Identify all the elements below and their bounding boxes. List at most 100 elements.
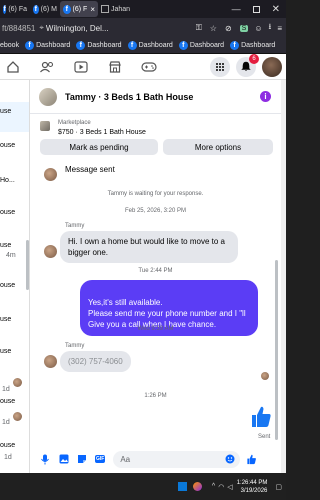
- wifi-icon[interactable]: ◠: [218, 483, 224, 491]
- conversation-snippet[interactable]: ouse: [0, 442, 15, 449]
- conversation-snippet[interactable]: ouse: [0, 398, 15, 405]
- pocket-icon[interactable]: S: [239, 24, 249, 32]
- listing-thumbnail[interactable]: [39, 87, 57, 106]
- facebook-icon: f: [178, 41, 188, 50]
- conversation-snippet[interactable]: ouse: [0, 282, 15, 289]
- conversation-snippet[interactable]: use: [0, 242, 11, 249]
- menu-icon[interactable]: ≡: [277, 24, 282, 33]
- gaming-icon[interactable]: [138, 56, 160, 78]
- message-text: Hi. I own a home but would like to move …: [68, 237, 225, 257]
- conversation-snippet[interactable]: ouse: [0, 209, 15, 216]
- conversation-snippet[interactable]: ouse: [0, 142, 15, 149]
- conversation-time: 1d: [4, 454, 12, 461]
- more-options-button[interactable]: More options: [163, 139, 273, 155]
- marketplace-icon[interactable]: [104, 56, 126, 78]
- conversation-snippet[interactable]: use: [0, 108, 11, 115]
- browser-tab[interactable]: f (6) Fa: [0, 1, 30, 17]
- facebook-icon: f: [230, 41, 240, 50]
- clock[interactable]: 1:26:44 PM 3/19/2026: [237, 479, 268, 495]
- browser-tab[interactable]: Jahan: [98, 1, 136, 17]
- listing-summary[interactable]: $750 · 3 Beds 1 Bath House: [58, 129, 146, 136]
- close-tab-icon[interactable]: ×: [90, 5, 95, 14]
- clock-time: 1:26:44 PM: [236, 479, 268, 486]
- page-scrollbar[interactable]: [281, 80, 286, 473]
- chat-title[interactable]: Tammy · 3 Beds 1 Bath House: [65, 92, 193, 102]
- profile-icon[interactable]: ☺: [254, 24, 262, 33]
- message-text: Yes,it's still available. Please send me…: [88, 298, 246, 329]
- status-note: Tammy is waiting for your response.: [107, 191, 204, 197]
- avatar: [13, 378, 22, 387]
- image-icon[interactable]: [59, 454, 69, 464]
- download-icon[interactable]: ⭳: [269, 21, 272, 35]
- emoji-icon[interactable]: [225, 454, 235, 464]
- minimize-icon[interactable]: —: [232, 4, 241, 14]
- bookmark-item[interactable]: f Dashboard: [25, 41, 70, 50]
- message-input[interactable]: Aa: [113, 450, 241, 468]
- timestamp: Feb 25, 2026, 3:20 PM: [124, 208, 187, 214]
- gif-icon[interactable]: GIF: [95, 455, 106, 463]
- bookmark-item[interactable]: f Dashboard: [76, 41, 122, 50]
- list-scrollbar[interactable]: [26, 240, 29, 290]
- tab-label: (6) M: [40, 5, 57, 13]
- notifications-button[interactable]: 6: [236, 53, 259, 77]
- friends-icon[interactable]: [36, 56, 58, 78]
- facebook-nav: 6: [0, 53, 286, 80]
- listing-source: Marketplace: [58, 120, 91, 126]
- composer: GIF Aa: [30, 446, 281, 472]
- conversation-time: 1d: [2, 419, 10, 426]
- taskbar-app-icon[interactable]: [192, 482, 202, 491]
- volume-icon[interactable]: ◁: [227, 483, 232, 491]
- facebook-icon: f: [3, 4, 7, 14]
- windows-taskbar: ^ ◠ ◁ 1:26:44 PM 3/19/2026 ▢: [0, 473, 286, 500]
- bookmark-label: Dashboard: [87, 42, 122, 49]
- conversation-list-strip[interactable]: use ouse Ho... ouse use 4m ouse use use …: [0, 80, 30, 473]
- listing-thumbnail-small[interactable]: [40, 121, 50, 131]
- map-pin-icon: ⌖: [39, 23, 44, 32]
- bookmark-item[interactable]: f Dashboard: [178, 41, 224, 50]
- facebook-icon: f: [127, 41, 137, 50]
- conversation-snippet[interactable]: use: [0, 348, 11, 355]
- notification-badge: 6: [249, 53, 259, 64]
- taskbar-app-icon[interactable]: [177, 482, 187, 491]
- thumbs-up-send-icon[interactable]: [246, 454, 257, 465]
- chat-panel: Tammy · 3 Beds 1 Bath House i Marketplac…: [30, 80, 281, 473]
- facebook-icon: f: [76, 41, 86, 50]
- sticker-icon[interactable]: [77, 454, 87, 464]
- key-icon[interactable]: ⚿: [196, 23, 202, 33]
- bookmark-label: Dashboard: [36, 42, 71, 49]
- video-icon[interactable]: [70, 56, 92, 78]
- selected-conversation-bg: [0, 102, 29, 132]
- extension-icon[interactable]: ⊘: [225, 24, 232, 33]
- conversation-snippet[interactable]: use: [0, 316, 11, 323]
- chevron-up-icon[interactable]: ^: [212, 483, 215, 490]
- bookmark-item[interactable]: f Dashboard: [127, 41, 173, 50]
- browser-tab[interactable]: f (6) M: [30, 1, 60, 17]
- seen-avatar: [261, 372, 269, 380]
- conversation-time: 4m: [6, 252, 16, 259]
- profile-avatar[interactable]: [262, 56, 282, 77]
- conversation-snippet[interactable]: Ho...: [0, 177, 15, 184]
- home-icon[interactable]: [2, 56, 24, 78]
- bookmark-item[interactable]: ebook: [0, 42, 19, 49]
- mark-as-pending-button[interactable]: Mark as pending: [40, 139, 158, 155]
- browser-tab-active[interactable]: f (6) F ×: [60, 1, 98, 17]
- menu-grid-icon[interactable]: [210, 56, 230, 77]
- thumbs-up-icon[interactable]: [250, 405, 272, 429]
- bookmark-label: Dashboard: [138, 42, 173, 49]
- bell-icon: [241, 61, 251, 71]
- bookmark-item[interactable]: f Dashboard: [230, 41, 275, 50]
- browser-tab-bar: f (6) Fa f (6) M f (6) F × Jahan — ✕: [0, 0, 286, 18]
- url-text[interactable]: ft/884851: [2, 24, 35, 33]
- url-location[interactable]: Wilmington, Del...: [46, 24, 109, 33]
- button-label: Mark as pending: [69, 142, 129, 152]
- notification-center-icon[interactable]: ▢: [275, 483, 282, 491]
- incoming-message[interactable]: Hi. I own a home but would like to move …: [60, 231, 238, 263]
- microphone-icon[interactable]: [41, 454, 49, 465]
- info-icon[interactable]: i: [260, 91, 271, 102]
- maximize-icon[interactable]: [252, 5, 260, 13]
- message-scrollbar[interactable]: [275, 260, 278, 440]
- close-window-icon[interactable]: ✕: [272, 4, 280, 15]
- bookmark-label: ebook: [0, 42, 20, 49]
- bookmark-star-icon[interactable]: ☆: [210, 24, 217, 33]
- incoming-message[interactable]: (302) 757-4060: [60, 351, 131, 372]
